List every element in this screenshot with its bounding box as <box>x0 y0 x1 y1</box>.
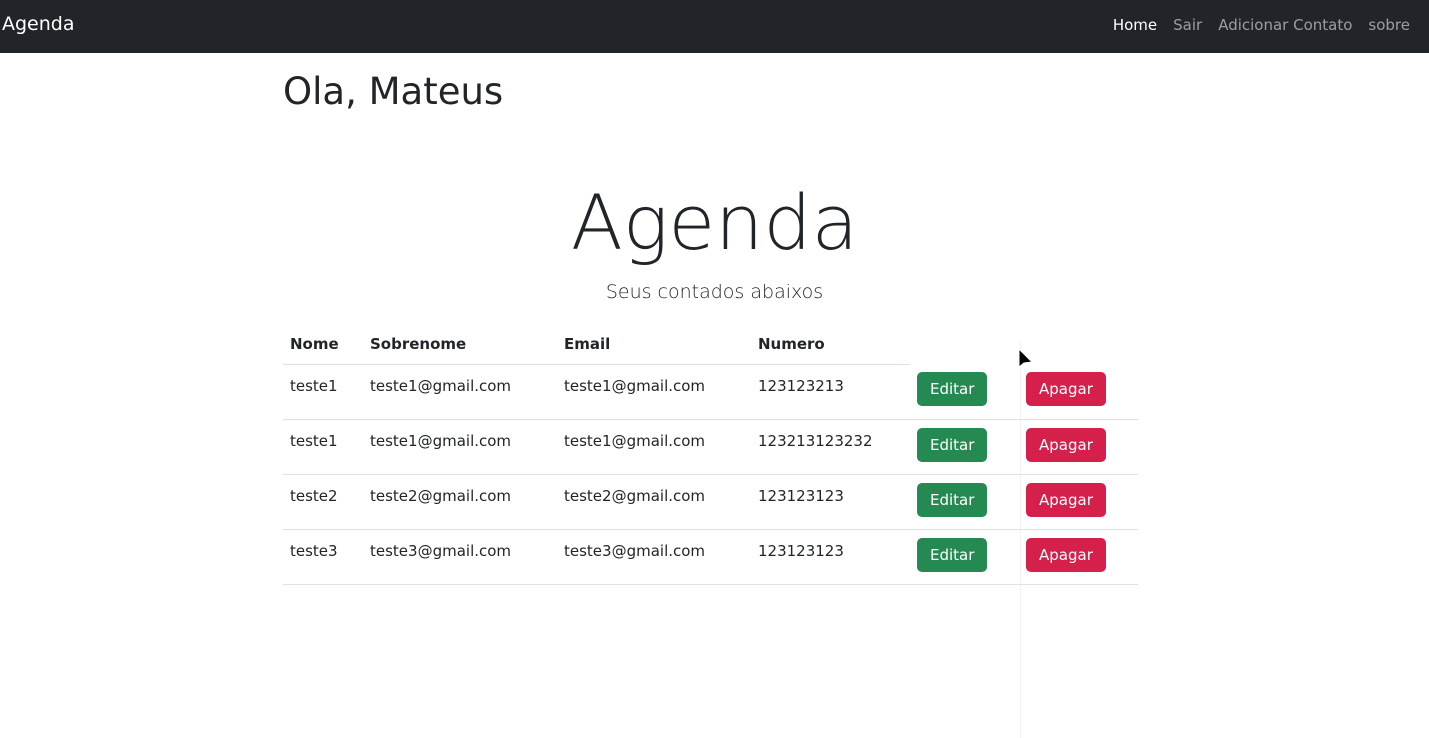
cell-sobrenome: teste1@gmail.com <box>363 364 557 420</box>
edit-button[interactable]: Editar <box>917 482 988 517</box>
table-row: teste2 teste2@gmail.com teste2@gmail.com 12… <box>283 474 1138 530</box>
cell-numero: 123123123 <box>751 474 910 530</box>
delete-button[interactable]: Apagar <box>1026 427 1106 462</box>
navbar-brand[interactable]: Agenda <box>2 13 75 35</box>
nav-home[interactable]: Home <box>1113 16 1157 34</box>
delete-button[interactable]: Apagar <box>1026 482 1106 517</box>
navbar: Agenda Home Sair Adicionar Contato sobre <box>0 0 1429 53</box>
nav-sobre[interactable]: sobre <box>1368 16 1410 34</box>
cell-sobrenome: teste3@gmail.com <box>363 529 557 585</box>
cell-sobrenome: teste2@gmail.com <box>363 474 557 530</box>
cell-nome: teste1 <box>283 419 363 475</box>
nav-links: Home Sair Adicionar Contato sobre <box>1113 16 1410 34</box>
table-row: teste1 teste1@gmail.com teste1@gmail.com 12… <box>283 364 1138 420</box>
header-numero: Numero <box>751 325 910 365</box>
contacts-table: Nome Sobrenome Email Numero teste1 teste1… <box>283 325 1138 585</box>
header-email: Email <box>557 325 751 365</box>
cell-nome: teste2 <box>283 474 363 530</box>
cell-nome: teste1 <box>283 364 363 420</box>
page-subtitle: Seus contados abaixos <box>605 281 824 303</box>
cell-numero: 123123123 <box>751 529 910 585</box>
header-sobrenome: Sobrenome <box>363 325 557 365</box>
nav-adicionar-contato[interactable]: Adicionar Contato <box>1218 16 1352 34</box>
mouse-cursor-icon <box>1018 348 1034 369</box>
greeting: Ola, Mateus <box>283 70 504 113</box>
nav-sair[interactable]: Sair <box>1173 16 1202 34</box>
delete-button[interactable]: Apagar <box>1026 372 1106 406</box>
cell-numero: 123123213 <box>751 364 910 420</box>
cell-sobrenome: teste1@gmail.com <box>363 419 557 475</box>
page-title: Agenda <box>570 178 859 267</box>
table-row: teste1 teste1@gmail.com teste1@gmail.com 12… <box>283 419 1138 475</box>
edit-button[interactable]: Editar <box>917 427 988 462</box>
edit-button[interactable]: Editar <box>917 537 988 572</box>
cell-email: teste1@gmail.com <box>557 419 751 475</box>
header-nome: Nome <box>283 325 363 365</box>
cell-email: teste3@gmail.com <box>557 529 751 585</box>
cell-nome: teste3 <box>283 529 363 585</box>
delete-button[interactable]: Apagar <box>1026 537 1106 572</box>
edit-button[interactable]: Editar <box>917 372 988 406</box>
cell-email: teste2@gmail.com <box>557 474 751 530</box>
table-row: teste3 teste3@gmail.com teste3@gmail.com 12… <box>283 529 1138 585</box>
cell-numero: 123213123232 <box>751 419 910 475</box>
cell-email: teste1@gmail.com <box>557 364 751 420</box>
